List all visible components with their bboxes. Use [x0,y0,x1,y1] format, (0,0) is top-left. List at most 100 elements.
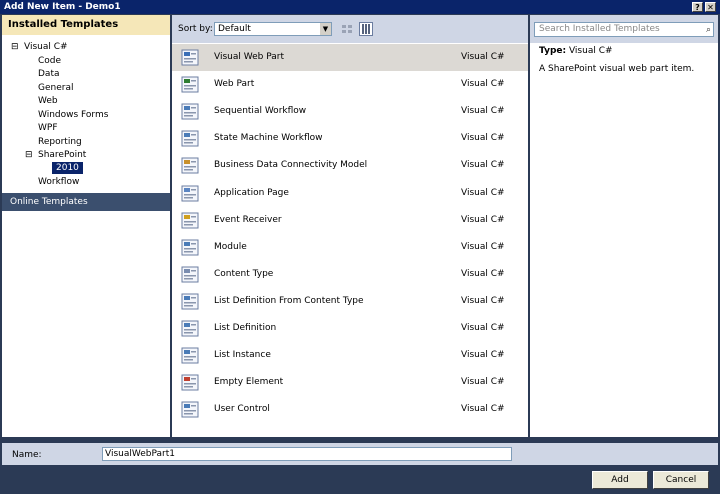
template-name: Content Type [214,268,274,279]
content-type-icon [181,266,199,283]
tree-item-code[interactable]: Code [38,55,61,67]
installed-templates-header[interactable]: Installed Templates [2,15,170,35]
template-row[interactable]: Sequential Workflow Visual C# [172,98,528,125]
template-row[interactable]: Module Visual C# [172,234,528,261]
list-instance-icon [181,347,199,364]
tree-item-2010[interactable]: 2010 [52,162,83,174]
template-row[interactable]: State Machine Workflow Visual C# [172,125,528,152]
template-row[interactable]: List Instance Visual C# [172,342,528,369]
medium-icons-view-button[interactable] [340,22,354,36]
template-name: Event Receiver [214,214,282,225]
application-page-icon [181,185,199,202]
details-panel: Type: Visual C# A SharePoint visual web … [530,43,718,437]
template-name: List Instance [214,350,271,361]
template-language: Visual C# [461,268,505,279]
template-row[interactable]: Application Page Visual C# [172,180,528,207]
template-row[interactable]: Visual Web Part Visual C# [172,44,528,71]
search-icon[interactable]: ⌕ [706,24,711,37]
name-bar: Name: VisualWebPart1 [2,443,718,465]
online-templates-item[interactable]: Online Templates [2,193,170,211]
template-language: Visual C# [461,241,505,252]
tree-item-data[interactable]: Data [38,68,60,80]
visual-csharp-expander-icon[interactable]: ⊟ [11,41,19,53]
sharepoint-expander-icon[interactable]: ⊟ [25,149,33,161]
tree-item-reporting[interactable]: Reporting [38,136,82,148]
template-language: Visual C# [461,214,505,225]
template-language: Visual C# [461,323,505,333]
name-field[interactable]: VisualWebPart1 [102,447,512,461]
template-language: Visual C# [461,133,505,144]
template-name: List Definition From Content Type [214,295,364,306]
list-view-button[interactable] [359,22,373,36]
visual-web-part-icon [181,49,199,66]
template-language: Visual C# [461,377,505,388]
empty-element-icon [181,374,199,391]
name-label: Name: [12,450,42,460]
search-toolbar: Search Installed Templates ⌕ [530,15,718,43]
tree-item-visual-csharp[interactable]: Visual C# [24,41,68,53]
template-name: List Definition [214,323,277,333]
template-language: Visual C# [461,79,505,90]
template-language: Visual C# [461,52,505,62]
search-input[interactable]: Search Installed Templates ⌕ [534,22,714,37]
sort-by-dropdown[interactable]: Default ▼ [214,22,332,36]
tree-item-workflow[interactable]: Workflow [38,176,79,188]
template-name: Application Page [214,187,289,198]
template-language: Visual C# [461,295,505,306]
window-title: Add New Item - Demo1 [4,2,121,12]
template-row[interactable]: Empty Element Visual C# [172,369,528,396]
title-bar: Add New Item - Demo1 ? ✕ [0,0,720,14]
template-name: Sequential Workflow [214,106,307,117]
template-row[interactable]: Event Receiver Visual C# [172,207,528,234]
list-definition-ct-icon [181,293,199,310]
template-row[interactable]: Web Part Visual C# [172,71,528,98]
cancel-button[interactable]: Cancel [653,471,709,489]
template-name: Empty Element [214,377,284,388]
template-row[interactable]: List Definition Visual C# [172,315,528,342]
grid-view-icon [342,25,352,33]
sort-by-value: Default [218,24,251,34]
search-placeholder: Search Installed Templates [539,24,660,34]
template-language: Visual C# [461,187,505,198]
template-language: Visual C# [461,160,505,171]
type-row: Type: Visual C# [539,46,613,56]
help-button[interactable]: ? [692,2,703,12]
tree-item-sharepoint[interactable]: SharePoint [38,149,86,161]
template-row[interactable]: Content Type Visual C# [172,261,528,288]
template-row[interactable]: List Definition From Content Type Visual … [172,288,528,315]
template-language: Visual C# [461,350,505,361]
template-name: Web Part [214,79,255,90]
template-categories-panel: Installed Templates ⊟ Visual C# Code Dat… [2,15,170,437]
sort-toolbar: Sort by: Default ▼ [172,15,528,43]
list-view-icon [362,24,370,34]
tree-item-general[interactable]: General [38,82,73,94]
template-name: State Machine Workflow [214,133,323,144]
tree-item-wpf[interactable]: WPF [38,122,58,134]
template-row[interactable]: Business Data Connectivity Model Visual C… [172,152,528,179]
template-name: Visual Web Part [214,52,284,62]
event-receiver-icon [181,212,199,229]
sort-by-label: Sort by: [178,24,213,34]
template-language: Visual C# [461,106,505,117]
template-name: User Control [214,404,270,415]
add-button[interactable]: Add [592,471,648,489]
template-row[interactable]: User Control Visual C# [172,396,528,423]
chevron-down-icon: ▼ [320,23,331,35]
template-name: Business Data Connectivity Model [214,160,368,171]
state-machine-workflow-icon [181,130,199,147]
user-control-icon [181,401,199,418]
module-icon [181,239,199,256]
template-name: Module [214,241,247,252]
sequential-workflow-icon [181,103,199,120]
web-part-icon [181,76,199,93]
type-value: Visual C# [568,46,613,56]
close-button[interactable]: ✕ [705,2,716,12]
tree-item-windows-forms[interactable]: Windows Forms [38,109,108,121]
template-list: Visual Web Part Visual C# Web Part Visual C… [172,43,528,437]
type-label: Type: [539,46,567,56]
list-definition-icon [181,320,199,337]
bdc-model-icon [181,157,199,174]
tree-item-web[interactable]: Web [38,95,58,107]
template-description: A SharePoint visual web part item. [539,64,695,74]
template-language: Visual C# [461,404,505,415]
